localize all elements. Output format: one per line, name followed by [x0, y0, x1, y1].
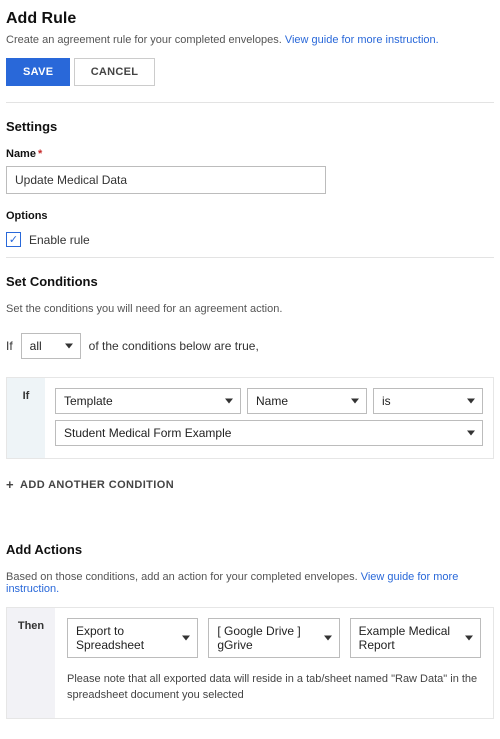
actions-intro-text: Based on those conditions, add an action…	[6, 571, 361, 583]
condition-operator-select[interactable]: is	[373, 388, 483, 414]
options-label: Options	[6, 210, 494, 222]
enable-rule-label: Enable rule	[29, 233, 90, 247]
name-label-text: Name	[6, 148, 36, 160]
view-guide-link[interactable]: View guide for more instruction.	[285, 34, 439, 46]
condition-field-select[interactable]: Template	[55, 388, 241, 414]
actions-heading: Add Actions	[6, 542, 494, 557]
action-box: Then Export to Spreadsheet [ Google Driv…	[6, 607, 494, 719]
add-another-label: ADD ANOTHER CONDITION	[20, 479, 174, 491]
conditions-heading: Set Conditions	[6, 274, 494, 289]
match-mode-select[interactable]: all	[21, 333, 81, 359]
page-subtitle-text: Create an agreement rule for your comple…	[6, 34, 285, 46]
if-label: If	[6, 339, 13, 353]
action-note: Please note that all exported data will …	[67, 672, 481, 704]
page-subtitle: Create an agreement rule for your comple…	[6, 34, 494, 46]
save-button[interactable]: SAVE	[6, 58, 70, 86]
condition-value-select[interactable]: Student Medical Form Example	[55, 420, 483, 446]
divider	[6, 102, 494, 103]
enable-rule-checkbox[interactable]: ✓	[6, 232, 21, 247]
page-title: Add Rule	[6, 10, 494, 28]
required-asterisk: *	[38, 148, 42, 160]
condition-property-select[interactable]: Name	[247, 388, 367, 414]
actions-intro: Based on those conditions, add an action…	[6, 571, 494, 595]
conditions-intro: Set the conditions you will need for an …	[6, 303, 494, 315]
condition-gutter-label: If	[7, 378, 45, 458]
add-another-condition-button[interactable]: + ADD ANOTHER CONDITION	[6, 477, 494, 492]
match-row: If all of the conditions below are true,	[6, 333, 494, 359]
plus-icon: +	[6, 477, 14, 492]
settings-heading: Settings	[6, 119, 494, 134]
rule-name-input[interactable]	[6, 166, 326, 194]
divider	[6, 257, 494, 258]
action-target-select[interactable]: Example Medical Report	[350, 618, 481, 658]
action-destination-select[interactable]: [ Google Drive ] gGrive	[208, 618, 339, 658]
name-field-label: Name*	[6, 148, 494, 160]
cancel-button[interactable]: CANCEL	[74, 58, 156, 86]
action-type-select[interactable]: Export to Spreadsheet	[67, 618, 198, 658]
button-row: SAVE CANCEL	[6, 58, 494, 86]
action-gutter-label: Then	[7, 608, 55, 718]
match-tail-text: of the conditions below are true,	[89, 339, 259, 353]
condition-box: If Template Name is Student Medical Form…	[6, 377, 494, 459]
